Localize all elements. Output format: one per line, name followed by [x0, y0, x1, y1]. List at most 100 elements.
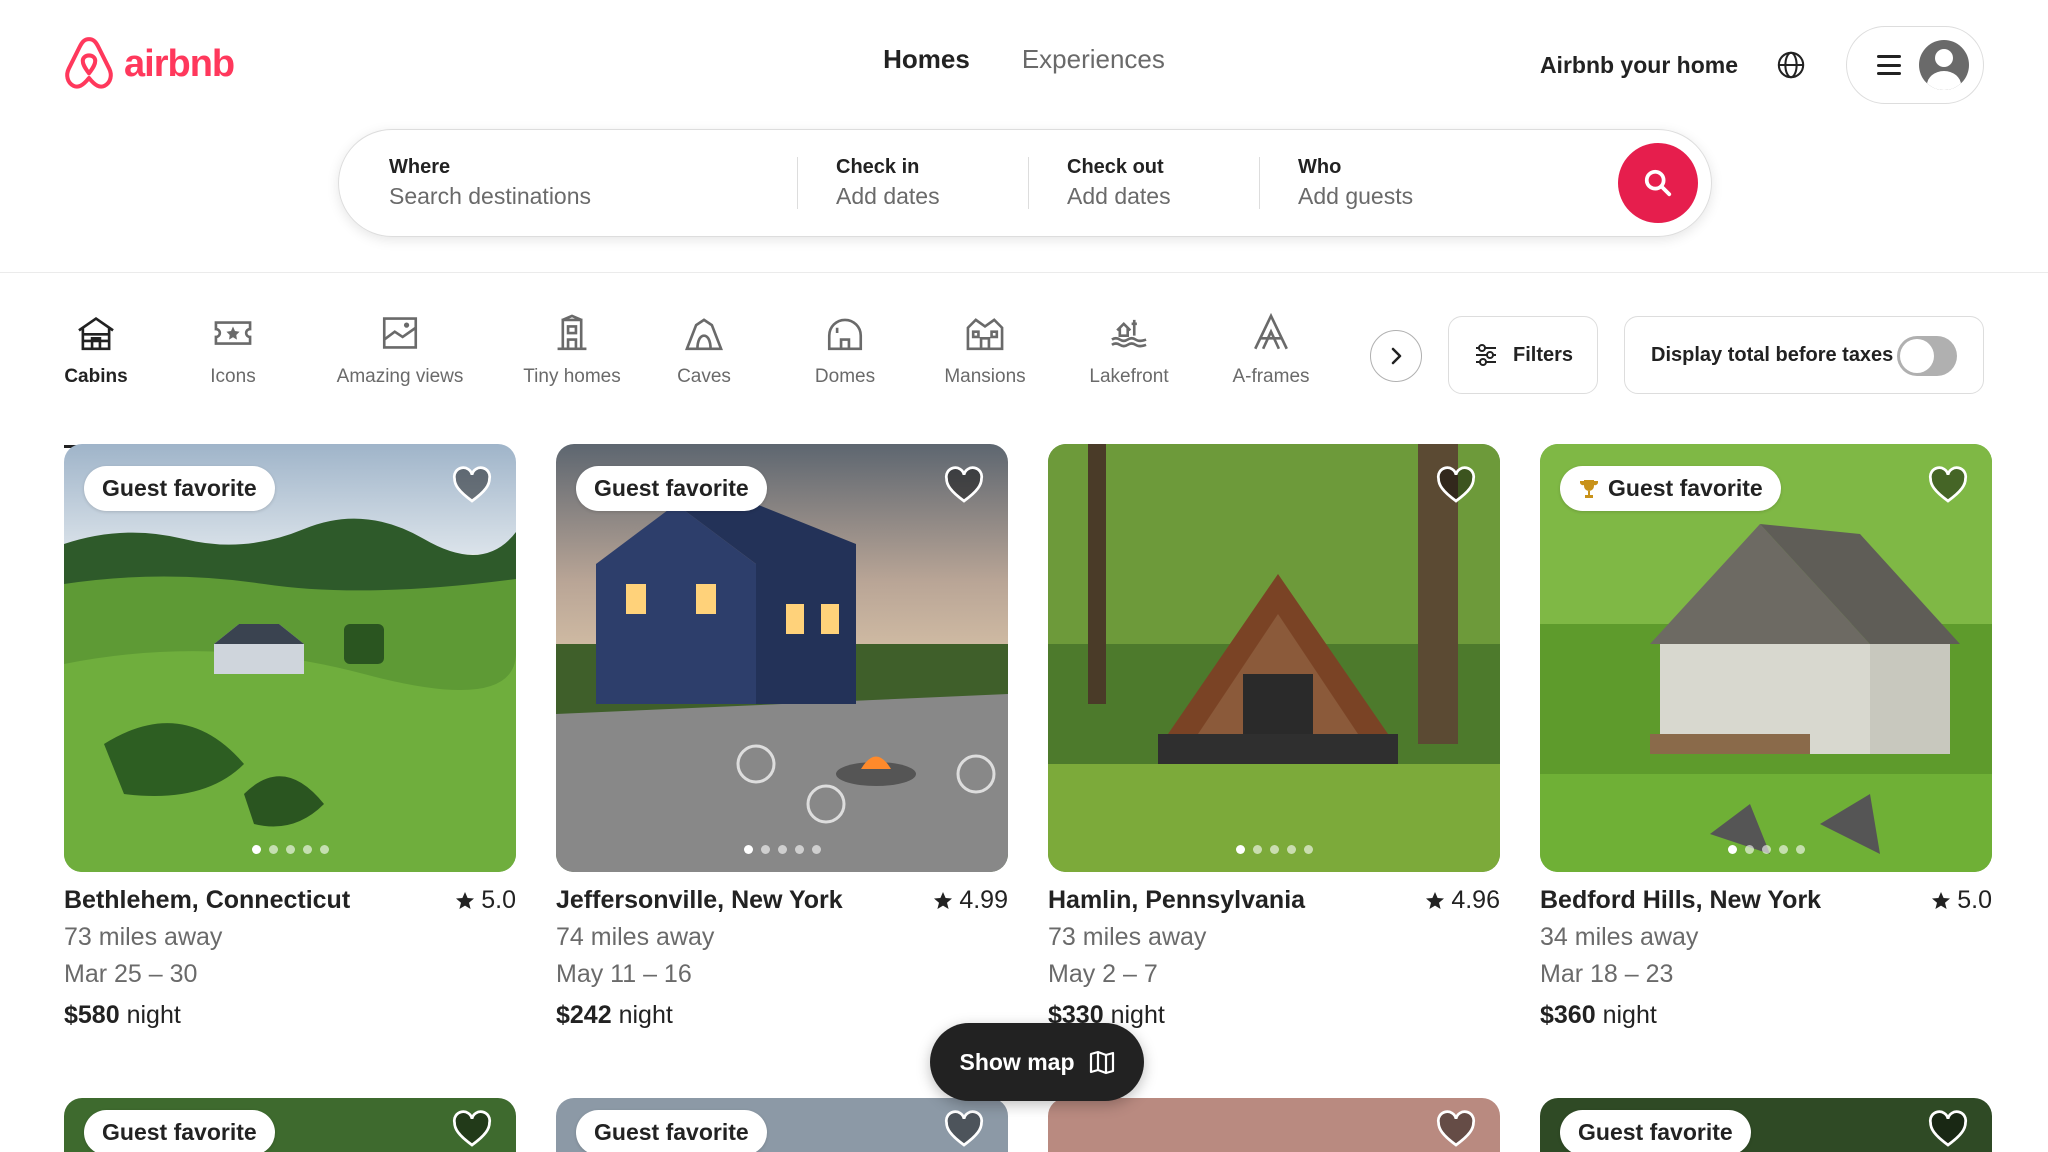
trophy-icon — [1580, 479, 1598, 498]
category-a-frames[interactable]: A-frames — [1228, 312, 1314, 422]
framed-view-icon — [382, 317, 418, 349]
host-link[interactable]: Airbnb your home — [1540, 52, 1738, 79]
map-icon — [1089, 1050, 1114, 1075]
profile-menu-button[interactable] — [1846, 26, 1984, 104]
category-domes[interactable]: Domes — [812, 312, 878, 422]
lakefront-icon — [1111, 319, 1147, 348]
category-lakefront[interactable]: Lakefront — [1084, 312, 1174, 422]
tab-experiences[interactable]: Experiences — [1022, 44, 1165, 75]
favorite-heart-icon[interactable] — [452, 1110, 492, 1150]
guest-favorite-badge: Guest favorite — [576, 466, 767, 511]
listing-card[interactable]: Guest favorite Bethlehem, Connecticut 5.… — [64, 444, 516, 1030]
category-caves[interactable]: Caves — [676, 312, 732, 422]
ticket-star-icon — [214, 321, 252, 345]
favorite-heart-icon[interactable] — [452, 466, 492, 506]
filters-icon — [1475, 344, 1496, 366]
filters-button[interactable]: Filters — [1448, 316, 1598, 394]
cave-icon — [685, 318, 723, 351]
category-icons[interactable]: Icons — [208, 312, 258, 422]
listing-dates: Mar 18 – 23 — [1540, 960, 1674, 988]
category-label: Caves — [677, 366, 731, 387]
photo-pagination-dots — [1048, 845, 1500, 854]
favorite-heart-icon[interactable] — [1436, 466, 1476, 506]
who-placeholder: Add guests — [1298, 183, 1414, 209]
guest-favorite-badge: Guest favorite — [84, 466, 275, 511]
where-label: Where — [389, 156, 451, 178]
category-label: Amazing views — [336, 366, 464, 387]
search-where[interactable]: Where Search destinations — [339, 130, 797, 236]
listing-dates: May 11 – 16 — [556, 960, 692, 988]
category-cabins[interactable]: Cabins — [64, 312, 128, 448]
category-label: Lakefront — [1089, 366, 1169, 387]
listing-location: Bethlehem, Connecticut — [64, 886, 351, 914]
filters-label: Filters — [1512, 343, 1574, 366]
listing-card[interactable]: Guest favorite — [556, 1098, 1008, 1152]
favorite-heart-icon[interactable] — [1928, 466, 1968, 506]
listing-rating: 4.96 — [1425, 886, 1500, 915]
listing-rating: 4.99 — [933, 886, 1008, 915]
hamburger-icon — [1877, 55, 1901, 75]
listing-photo[interactable]: Guest favorite — [1540, 444, 1992, 872]
listing-image — [1048, 444, 1500, 872]
favorite-heart-icon[interactable] — [944, 466, 984, 506]
listing-photo[interactable]: Guest favorite — [556, 444, 1008, 872]
tax-toggle-row[interactable]: Display total before taxes — [1624, 316, 1984, 394]
listing-info: Jeffersonville, New York 4.99 74 miles a… — [556, 886, 1008, 1030]
listing-location: Bedford Hills, New York — [1540, 886, 1822, 914]
category-label: Tiny homes — [523, 366, 621, 387]
tax-toggle-switch[interactable] — [1897, 336, 1957, 376]
listing-distance: 73 miles away — [1048, 923, 1207, 951]
listing-rating: 5.0 — [1931, 886, 1992, 915]
listing-distance: 74 miles away — [556, 923, 715, 951]
category-next-button[interactable] — [1370, 330, 1422, 382]
listing-card[interactable]: Guest favorite — [1540, 1098, 1992, 1152]
category-label: Domes — [814, 366, 876, 387]
category-label: Icons — [210, 366, 256, 387]
photo-pagination-dots — [1540, 845, 1992, 854]
site-header: airbnb Homes Experiences Airbnb your hom… — [0, 0, 2048, 273]
category-label: Cabins — [64, 366, 128, 387]
check-in-label: Check in — [836, 156, 920, 178]
search-check-out[interactable]: Check out Add dates — [1029, 130, 1259, 236]
check-out-label: Check out — [1067, 156, 1164, 178]
listing-price: $580 night — [64, 1001, 181, 1029]
photo-pagination-dots — [556, 845, 1008, 854]
listing-card[interactable]: Guest favorite Jeffersonville, New York … — [556, 444, 1008, 1030]
search-check-in[interactable]: Check in Add dates — [798, 130, 1028, 236]
listing-photo[interactable]: Guest favorite — [64, 444, 516, 872]
listing-card[interactable]: Hamlin, Pennsylvania 4.96 73 miles away … — [1048, 444, 1500, 1030]
show-map-button[interactable]: Show map — [930, 1023, 1144, 1101]
category-label: Mansions — [944, 366, 1026, 387]
category-amazing-views[interactable]: Amazing views — [332, 312, 468, 422]
listing-rating: 5.0 — [455, 886, 516, 915]
favorite-heart-icon[interactable] — [944, 1110, 984, 1150]
listing-card[interactable]: Guest favorite Bedford Hills, New York 5… — [1540, 444, 1992, 1030]
favorite-heart-icon[interactable] — [1928, 1110, 1968, 1150]
listing-card[interactable] — [1048, 1098, 1500, 1152]
listing-info: Hamlin, Pennsylvania 4.96 73 miles away … — [1048, 886, 1500, 1030]
cabin-icon — [78, 316, 114, 351]
dome-icon — [827, 318, 863, 351]
listing-photo[interactable]: Guest favorite — [64, 1098, 516, 1152]
listing-info: Bedford Hills, New York 5.0 34 miles awa… — [1540, 886, 1992, 1030]
mansion-icon — [966, 318, 1004, 351]
star-icon — [1426, 891, 1445, 909]
listing-photo[interactable] — [1048, 1098, 1500, 1152]
listing-photo[interactable]: Guest favorite — [1540, 1098, 1992, 1152]
search-button[interactable] — [1618, 143, 1698, 223]
category-tiny-homes[interactable]: Tiny homes — [520, 312, 624, 422]
header-actions: Airbnb your home — [1540, 26, 1984, 104]
check-in-placeholder: Add dates — [836, 183, 940, 209]
tab-homes[interactable]: Homes — [883, 44, 970, 75]
search-who[interactable]: Who Add guests — [1260, 130, 1640, 236]
listing-photo[interactable]: Guest favorite — [556, 1098, 1008, 1152]
star-icon — [934, 891, 953, 909]
favorite-heart-icon[interactable] — [1436, 1110, 1476, 1150]
star-icon — [1932, 891, 1951, 909]
category-mansions[interactable]: Mansions — [942, 312, 1028, 422]
category-bar: Cabins Icons Amazing views Tiny homes Ca… — [64, 312, 1314, 448]
listing-dates: May 2 – 7 — [1048, 960, 1158, 988]
globe-icon[interactable] — [1776, 50, 1806, 80]
listing-card[interactable]: Guest favorite — [64, 1098, 516, 1152]
listing-photo[interactable] — [1048, 444, 1500, 872]
